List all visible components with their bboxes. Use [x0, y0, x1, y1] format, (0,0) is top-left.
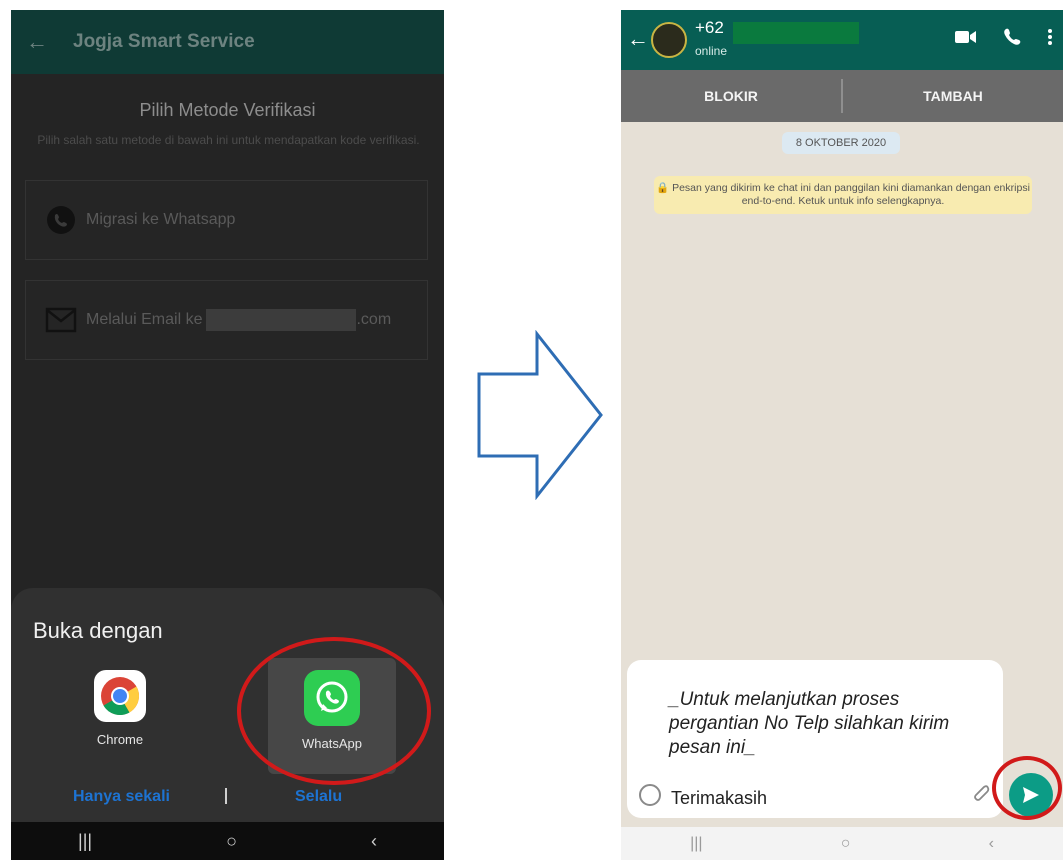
option-label: Migrasi ke Whatsapp — [86, 211, 236, 228]
option-email[interactable]: Melalui Email ke .com — [25, 280, 428, 360]
message-input[interactable]: _Untuk melanjutkan proses pergantian No … — [627, 660, 1003, 818]
recents-nav-button[interactable]: ||| — [78, 831, 92, 852]
mail-icon — [44, 303, 78, 337]
highlight-circle-whatsapp — [237, 637, 431, 785]
home-nav-button[interactable]: ○ — [226, 831, 237, 852]
encryption-notice-text: Pesan yang dikirim ke chat ini dan pangg… — [672, 182, 1030, 207]
back-nav-button[interactable]: ‹ — [371, 831, 377, 852]
contact-status: online — [695, 44, 728, 58]
app-label: Chrome — [96, 732, 144, 747]
app-option-chrome[interactable]: Chrome — [65, 670, 175, 747]
always-button[interactable]: Selalu — [295, 788, 342, 806]
button-divider — [225, 788, 227, 804]
emoji-icon[interactable] — [639, 784, 661, 806]
attach-icon[interactable] — [973, 784, 991, 807]
block-button[interactable]: BLOKIR — [621, 88, 841, 104]
add-contact-button[interactable]: TAMBAH — [843, 88, 1063, 104]
system-nav-bar: ||| ○ ‹ — [621, 827, 1063, 860]
back-arrow-icon[interactable]: ← — [11, 29, 63, 55]
message-last-line: Terimakasih — [671, 788, 768, 808]
option-label: Melalui Email ke — [86, 311, 203, 328]
just-once-button[interactable]: Hanya sekali — [73, 788, 170, 806]
page-heading: Pilih Metode Verifikasi — [139, 100, 316, 120]
email-suffix: .com — [356, 311, 392, 328]
message-text: _Untuk melanjutkan proses pergantian No … — [669, 689, 950, 758]
contact-actions-bar: BLOKIR TAMBAH — [621, 70, 1063, 122]
video-call-icon[interactable] — [955, 29, 977, 50]
redacted-email — [206, 309, 357, 331]
page-subheading: Pilih salah satu metode di bawah ini unt… — [37, 133, 420, 147]
highlight-circle-send — [992, 756, 1062, 820]
avatar[interactable] — [651, 22, 687, 58]
right-arrow-icon — [477, 330, 603, 500]
chat-header: ← +62 online — [621, 10, 1063, 70]
option-migrate-whatsapp[interactable]: Migrasi ke Whatsapp — [25, 180, 428, 260]
more-options-icon[interactable] — [1047, 28, 1053, 51]
chrome-icon — [94, 670, 146, 722]
back-nav-button[interactable]: ‹ — [989, 835, 994, 853]
date-chip: 8 OKTOBER 2020 — [782, 132, 900, 154]
right-phone-screen: ← +62 online BLOKIR TAMBAH 8 OKTOBER 202… — [621, 10, 1063, 860]
phone-call-icon[interactable] — [1003, 28, 1021, 51]
sheet-title: Buka dengan — [33, 618, 163, 643]
back-arrow-icon[interactable]: ← — [627, 26, 649, 52]
lock-icon: 🔒 — [656, 182, 670, 194]
whatsapp-icon — [44, 203, 78, 237]
home-nav-button[interactable]: ○ — [841, 835, 851, 853]
contact-number: +62 — [695, 18, 724, 37]
app-title: Jogja Smart Service — [73, 31, 255, 52]
recents-nav-button[interactable]: ||| — [690, 835, 702, 853]
app-bar: ← Jogja Smart Service — [11, 10, 444, 74]
encryption-notice[interactable]: 🔒 Pesan yang dikirim ke chat ini dan pan… — [654, 176, 1032, 214]
system-nav-bar: ||| ○ ‹ — [11, 822, 444, 860]
redacted-number — [733, 22, 859, 44]
